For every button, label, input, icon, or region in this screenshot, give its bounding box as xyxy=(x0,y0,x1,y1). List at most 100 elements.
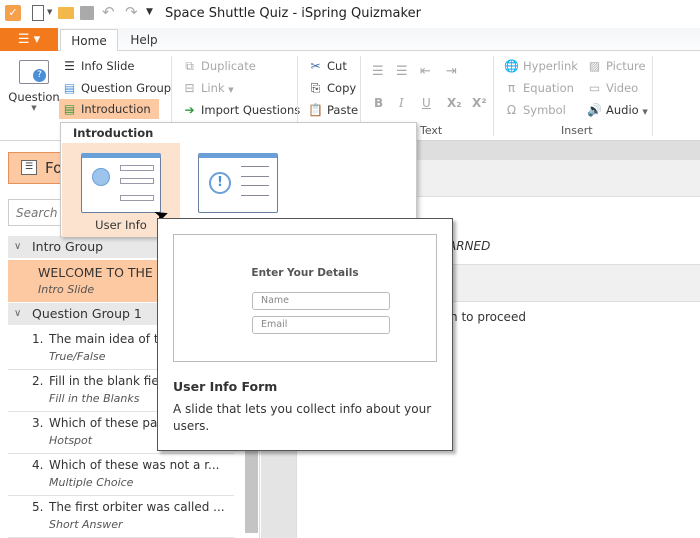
name-field: Name xyxy=(252,292,390,310)
question-number: 1. xyxy=(32,332,44,346)
import-questions-button[interactable]: ➔ Import Questions xyxy=(181,100,300,120)
title-bar: ✓ ▼ ↶ ↷ ▼ Space Shuttle Quiz - iSpring Q… xyxy=(0,0,700,28)
slide-type: Intro Slide xyxy=(38,283,95,296)
info-slide-button[interactable]: ☰ Info Slide xyxy=(61,56,135,76)
dropdown-header: Introduction xyxy=(73,126,154,140)
question-type: Short Answer xyxy=(49,518,123,531)
import-questions-label: Import Questions xyxy=(201,103,301,117)
chevron-down-icon: ∨ xyxy=(14,308,22,319)
open-folder-icon[interactable] xyxy=(58,7,74,19)
bold-button[interactable]: B xyxy=(374,96,383,110)
duplicate-icon: ⧉ xyxy=(185,59,194,73)
increease-indent-icon[interactable]: ⇥ xyxy=(446,64,457,79)
paste-button[interactable]: 📋 Paste xyxy=(307,100,358,120)
question-type: True/False xyxy=(49,350,106,363)
duplicate-button[interactable]: ⧉ Duplicate xyxy=(181,56,256,76)
symbol-button[interactable]: Ω Symbol xyxy=(503,100,566,120)
customize-toolbar-icon[interactable]: ▼ xyxy=(146,7,153,17)
window-title: Space Shuttle Quiz - iSpring Quizmaker xyxy=(165,6,421,21)
tab-home[interactable]: Home xyxy=(60,29,118,52)
save-icon[interactable] xyxy=(80,6,94,20)
slide-preview: Enter Your Details Name Email xyxy=(173,234,437,362)
info-alert-slide-option[interactable]: ! xyxy=(198,153,278,213)
link-button[interactable]: ⊟ Link ▼ xyxy=(181,78,233,98)
text-group-label: Text xyxy=(420,124,443,137)
subscript-button[interactable]: X₂ xyxy=(447,96,462,110)
cut-button[interactable]: ✂ Cut xyxy=(307,56,347,76)
info-slide-label: Info Slide xyxy=(81,59,135,73)
link-label: Link xyxy=(201,81,225,95)
question-title: Which of these was not a r... xyxy=(49,458,220,472)
italic-button[interactable]: I xyxy=(399,96,404,110)
email-field: Email xyxy=(252,316,390,334)
user-info-icon xyxy=(81,153,161,213)
omega-icon: Ω xyxy=(506,103,517,117)
equation-label: Equation xyxy=(523,81,574,95)
copy-label: Copy xyxy=(327,81,357,95)
scissors-icon: ✂ xyxy=(310,59,321,73)
question-group-label: Question Group xyxy=(81,81,172,95)
question-list-item[interactable]: 5. The first orbiter was called ... Short … xyxy=(8,496,234,538)
tooltip-title: User Info Form xyxy=(173,379,278,394)
superscript-button[interactable]: X² xyxy=(472,96,487,110)
question-type: Hotspot xyxy=(49,434,93,447)
picture-icon: ▨ xyxy=(588,59,601,73)
question-group-button[interactable]: ▤ Question Group xyxy=(61,78,171,98)
pi-icon: π xyxy=(507,81,516,95)
video-button[interactable]: ▭ Video xyxy=(586,78,638,98)
slide-title: WELCOME TO THE S xyxy=(38,265,165,280)
tooltip: Enter Your Details Name Email User Info … xyxy=(157,218,453,451)
question-group-icon: ▤ xyxy=(63,81,76,95)
copy-button[interactable]: ⎘ Copy xyxy=(307,78,356,98)
underline-button[interactable]: U xyxy=(422,96,431,110)
question-button[interactable]: ? Question ▼ xyxy=(8,56,60,118)
video-icon: ▭ xyxy=(588,81,601,95)
insert-group-label: Insert xyxy=(561,124,593,137)
copy-icon: ⎘ xyxy=(310,81,321,95)
group-label: Intro Group xyxy=(32,239,104,254)
question-type: Multiple Choice xyxy=(49,476,134,489)
equation-button[interactable]: π Equation xyxy=(503,78,574,98)
question-icon: ? xyxy=(19,60,49,84)
picture-button[interactable]: ▨ Picture xyxy=(586,56,646,76)
preview-title: Enter Your Details xyxy=(251,267,359,279)
hyperlink-label: Hyperlink xyxy=(523,59,578,73)
tab-help[interactable]: Help xyxy=(120,29,168,52)
audio-label: Audio xyxy=(606,103,639,117)
question-number: 5. xyxy=(32,500,44,514)
decrease-indent-icon[interactable]: ⇤ xyxy=(420,64,431,79)
import-icon: ➔ xyxy=(184,103,195,117)
app-logo-icon: ✓ xyxy=(5,5,21,21)
speaker-icon: 🔊 xyxy=(587,103,602,117)
new-dropdown-icon[interactable]: ▼ xyxy=(47,8,52,16)
audio-button[interactable]: 🔊 Audio ▼ xyxy=(586,100,648,120)
hyperlink-icon: 🌐 xyxy=(504,59,519,73)
new-file-icon[interactable] xyxy=(32,5,44,21)
numbered-list-icon[interactable]: ☰ xyxy=(396,64,408,79)
exclamation-icon: ! xyxy=(209,172,231,194)
question-title: The first orbiter was called ... xyxy=(49,500,225,514)
redo-icon[interactable]: ↷ xyxy=(125,3,138,21)
question-number: 3. xyxy=(32,416,44,430)
question-list-item[interactable]: 4. Which of these was not a r... Multiple … xyxy=(8,454,234,496)
paste-icon: 📋 xyxy=(308,103,323,117)
paste-label: Paste xyxy=(327,103,359,117)
introduction-button[interactable]: ▤Introduction ▼ xyxy=(59,99,159,135)
form-view-button[interactable]: ☰ Fo xyxy=(8,152,68,184)
cut-label: Cut xyxy=(327,59,347,73)
undo-icon[interactable]: ↶ xyxy=(102,3,115,21)
info-slide-icon: ☰ xyxy=(64,59,75,73)
symbol-label: Symbol xyxy=(523,103,566,117)
picture-label: Picture xyxy=(606,59,646,73)
tooltip-description: A slide that lets you collect info about… xyxy=(173,402,432,433)
hyperlink-button[interactable]: 🌐 Hyperlink xyxy=(503,56,578,76)
introduction-icon: ▤ xyxy=(63,102,76,116)
chevron-down-icon: ∨ xyxy=(14,241,22,252)
file-menu-button[interactable]: ☰ ▾ xyxy=(0,28,58,51)
group-label: Question Group 1 xyxy=(32,306,142,321)
question-number: 2. xyxy=(32,374,44,388)
introduction-label: Introduction xyxy=(81,102,151,116)
video-label: Video xyxy=(606,81,639,95)
question-type: Fill in the Blanks xyxy=(49,392,140,405)
bullet-list-icon[interactable]: ☰ xyxy=(372,64,384,79)
